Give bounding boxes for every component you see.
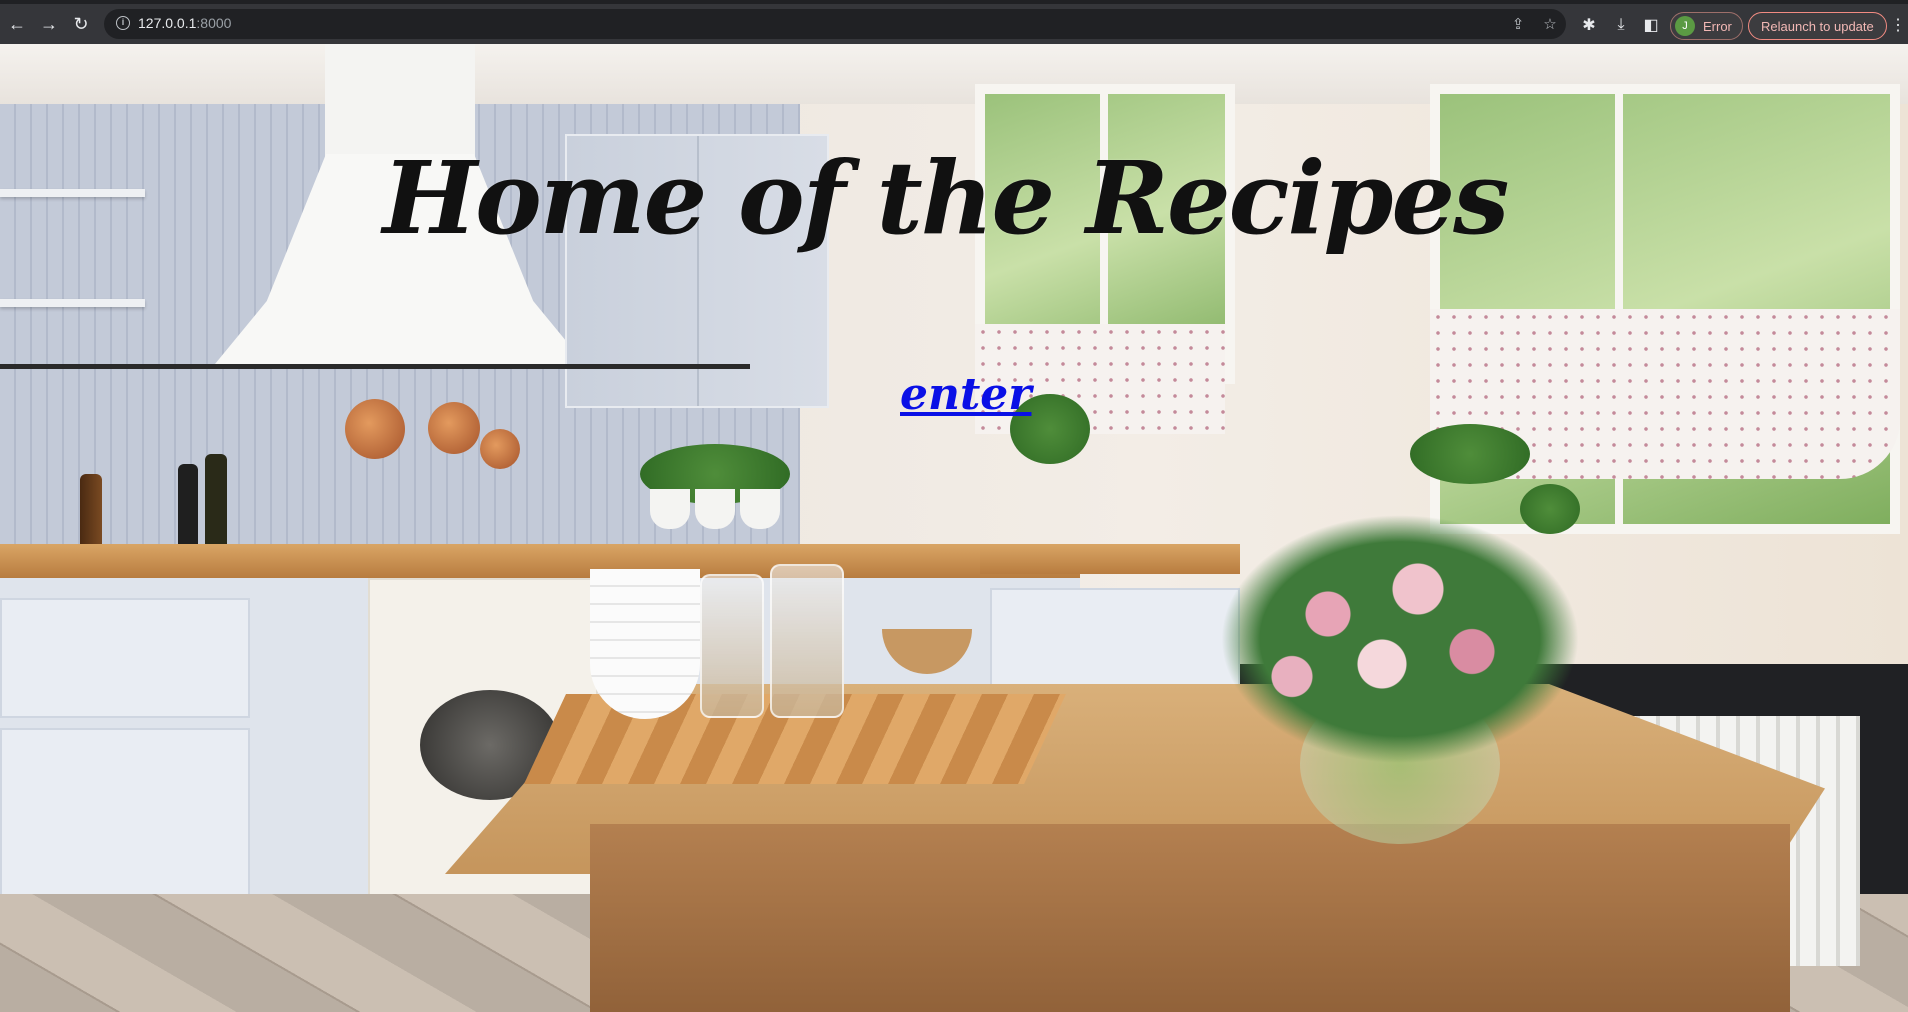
page-title: Home of the Recipes: [382, 139, 1510, 257]
address-bar[interactable]: i 127.0.0.1:8000 ⇪ ☆: [104, 9, 1566, 39]
enter-link[interactable]: enter: [900, 369, 1031, 420]
browser-toolbar: ← → ↻ i 127.0.0.1:8000 ⇪ ☆ ✱ ⤓ ◧ J Error…: [0, 0, 1908, 44]
forward-arrow-icon[interactable]: →: [38, 13, 60, 35]
download-icon[interactable]: ⤓: [1610, 14, 1632, 36]
browser-menu-icon[interactable]: ⋮: [1890, 14, 1906, 36]
site-info-icon[interactable]: i: [116, 16, 130, 30]
url-host: 127.0.0.1: [138, 15, 197, 31]
avatar: J: [1675, 16, 1695, 36]
back-arrow-icon[interactable]: ←: [6, 13, 28, 35]
relaunch-button[interactable]: Relaunch to update: [1748, 12, 1887, 40]
page-viewport: Home of the Recipes enter: [0, 44, 1908, 1012]
share-icon[interactable]: ⇪: [1508, 14, 1528, 34]
extensions-puzzle-icon[interactable]: ✱: [1578, 14, 1600, 36]
side-panel-icon[interactable]: ◧: [1640, 14, 1662, 36]
profile-status: Error: [1703, 18, 1732, 34]
url-port: :8000: [196, 15, 232, 31]
profile-button[interactable]: J Error: [1670, 12, 1743, 40]
reload-icon[interactable]: ↻: [70, 13, 92, 35]
bookmark-star-icon[interactable]: ☆: [1540, 14, 1560, 34]
url-text: 127.0.0.1:8000: [138, 15, 231, 31]
